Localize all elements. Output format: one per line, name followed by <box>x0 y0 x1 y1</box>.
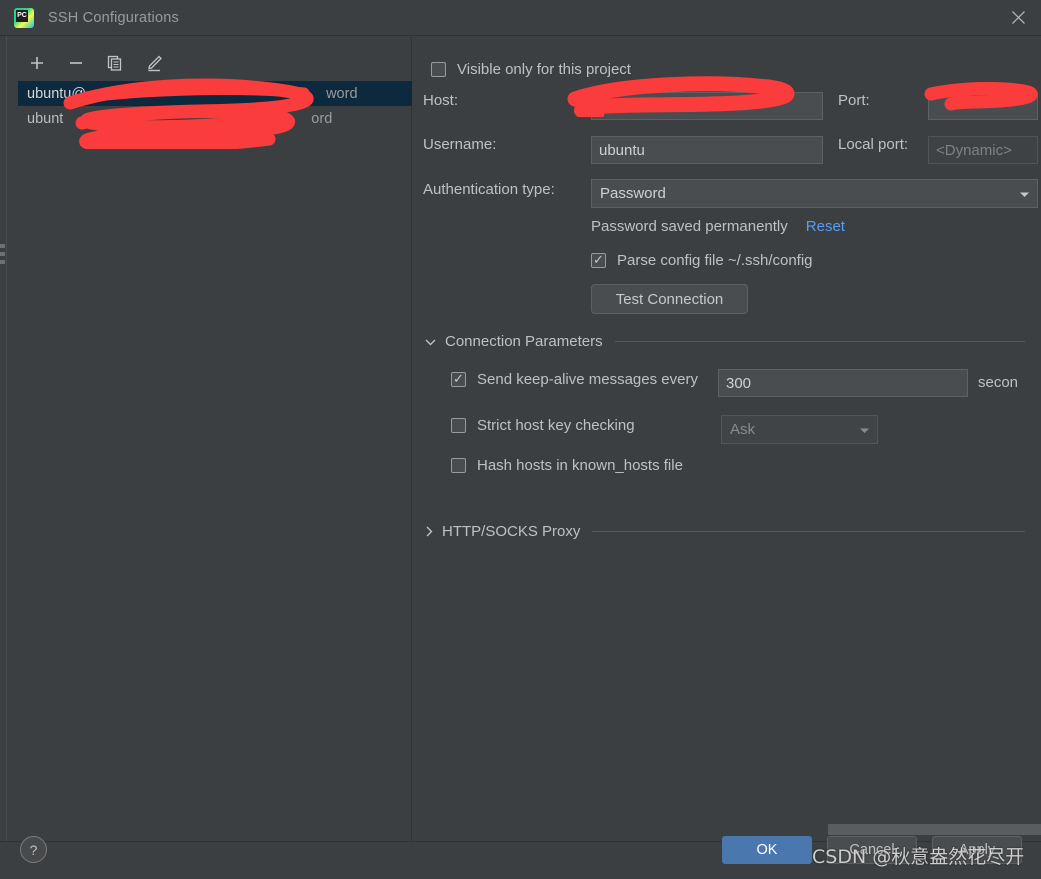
ok-button[interactable]: OK <box>722 836 812 864</box>
proxy-section-header[interactable]: HTTP/SOCKS Proxy <box>425 523 1025 540</box>
strict-host-value: Ask <box>730 421 756 438</box>
auth-type-value: Password <box>600 185 666 202</box>
list-item[interactable]: ubunt ord <box>18 106 412 131</box>
port-label: Port: <box>838 92 870 109</box>
section-divider <box>614 341 1025 342</box>
close-icon[interactable] <box>995 0 1041 35</box>
reset-link[interactable]: Reset <box>806 218 845 235</box>
list-item-suffix: ord <box>311 110 333 127</box>
visible-only-label: Visible only for this project <box>457 61 631 78</box>
username-label: Username: <box>423 136 497 153</box>
username-row: Username: <box>423 136 496 153</box>
connection-parameters-header[interactable]: Connection Parameters <box>425 333 1025 350</box>
keep-alive-row: Send keep-alive messages every <box>451 371 698 388</box>
left-edge-strip <box>0 36 7 841</box>
password-status-row: Password saved permanently Reset <box>591 218 845 235</box>
local-port-input[interactable] <box>928 136 1038 164</box>
copy-button[interactable] <box>104 52 126 74</box>
help-button[interactable]: ? <box>20 836 47 863</box>
parse-config-row: Parse config file ~/.ssh/config <box>591 252 813 269</box>
visible-only-checkbox[interactable] <box>431 62 446 77</box>
list-item-label: ubuntu@ <box>27 85 87 102</box>
pycharm-icon: PC <box>14 7 34 28</box>
keep-alive-label: Send keep-alive messages every <box>477 371 698 388</box>
window-title: SSH Configurations <box>48 9 179 26</box>
chevron-down-icon <box>1019 185 1030 202</box>
username-input[interactable] <box>591 136 823 164</box>
auth-type-label: Authentication type: <box>423 181 555 198</box>
password-status-text: Password saved permanently <box>591 218 788 235</box>
keep-alive-input[interactable] <box>718 369 968 397</box>
list-toolbar <box>26 52 165 74</box>
chevron-down-icon <box>425 338 436 346</box>
chevron-down-icon <box>859 421 870 438</box>
add-button[interactable] <box>26 52 48 74</box>
port-input[interactable] <box>928 92 1038 120</box>
local-port-label: Local port: <box>838 136 909 153</box>
parse-config-checkbox[interactable] <box>591 253 606 268</box>
local-port-row: Local port: <box>838 136 908 153</box>
hash-hosts-label: Hash hosts in known_hosts file <box>477 457 683 474</box>
hash-hosts-checkbox[interactable] <box>451 458 466 473</box>
title-bar: PC SSH Configurations <box>0 0 1041 36</box>
remove-button[interactable] <box>65 52 87 74</box>
connection-parameters-title: Connection Parameters <box>445 333 603 350</box>
strict-host-select[interactable]: Ask <box>721 415 878 444</box>
host-row: Host: <box>423 92 458 109</box>
pencil-icon[interactable] <box>143 52 165 74</box>
auth-type-select[interactable]: Password <box>591 179 1038 208</box>
hash-hosts-row: Hash hosts in known_hosts file <box>451 457 683 474</box>
strict-host-checkbox[interactable] <box>451 418 466 433</box>
strict-host-row: Strict host key checking <box>451 417 635 434</box>
strict-host-label: Strict host key checking <box>477 417 635 434</box>
horizontal-scrollbar-thumb[interactable] <box>828 824 1041 835</box>
auth-type-row: Authentication type: <box>423 181 555 198</box>
configurations-list-panel: ubuntu@ word ubunt ord <box>8 37 412 841</box>
test-connection-button[interactable]: Test Connection <box>591 284 748 314</box>
host-label: Host: <box>423 92 459 109</box>
list-item-suffix: word <box>326 85 358 102</box>
keep-alive-checkbox[interactable] <box>451 372 466 387</box>
proxy-section-title: HTTP/SOCKS Proxy <box>442 523 581 540</box>
cancel-button[interactable]: Cancel <box>827 836 917 864</box>
keep-alive-unit-label: secon <box>978 374 1019 391</box>
host-input[interactable] <box>591 92 823 120</box>
section-divider <box>592 531 1025 532</box>
parse-config-label: Parse config file ~/.ssh/config <box>617 252 813 269</box>
list-item-label: ubunt <box>27 110 64 127</box>
apply-button[interactable]: Apply <box>932 836 1022 864</box>
port-row: Port: <box>838 92 870 109</box>
horizontal-scrollbar-track[interactable] <box>826 824 1041 835</box>
configuration-form-panel: Visible only for this project Host: Port… <box>413 37 1041 841</box>
visible-only-row: Visible only for this project <box>431 61 631 78</box>
list-item[interactable]: ubuntu@ word <box>18 81 412 106</box>
chevron-right-icon <box>425 526 433 537</box>
configurations-list[interactable]: ubuntu@ word ubunt ord <box>18 81 412 131</box>
